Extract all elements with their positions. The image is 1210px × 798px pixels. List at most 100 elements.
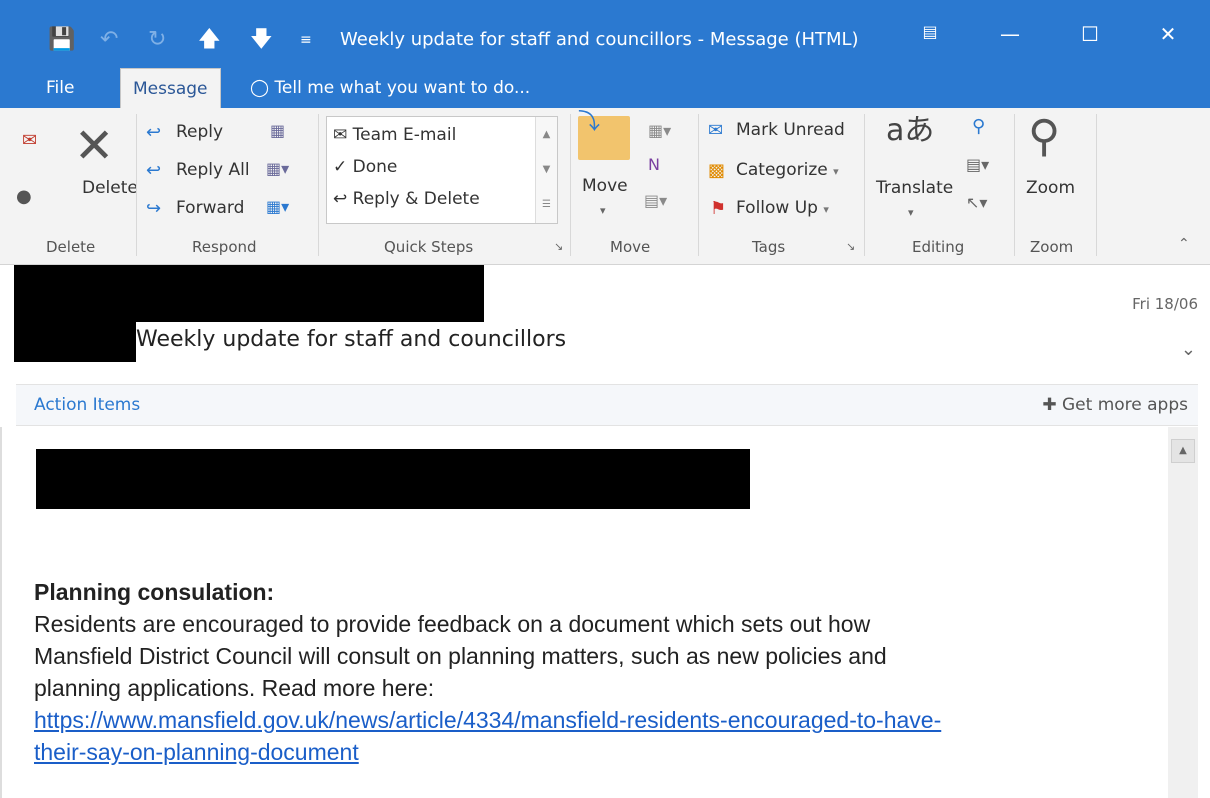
follow-up-button[interactable]: Follow Up ▾ bbox=[736, 198, 829, 218]
group-label-tags: Tags bbox=[752, 238, 786, 256]
save-icon[interactable]: 💾 bbox=[48, 20, 75, 60]
find-icon[interactable]: ⚲ bbox=[972, 116, 985, 138]
categorize-button[interactable]: Categorize ▾ bbox=[736, 160, 839, 180]
zoom-button[interactable]: Zoom bbox=[1026, 178, 1075, 198]
flag-icon: ⚑ bbox=[710, 198, 727, 219]
redacted-body-content bbox=[36, 449, 750, 509]
ignore-icon[interactable]: ✉ bbox=[22, 130, 37, 152]
group-separator bbox=[136, 114, 137, 256]
group-separator bbox=[698, 114, 699, 256]
redacted-avatar bbox=[14, 322, 136, 362]
tell-me-search[interactable]: ◯ Tell me what you want to do... bbox=[250, 68, 530, 108]
scroll-down-icon[interactable]: ▼ bbox=[536, 152, 557, 187]
group-separator bbox=[570, 114, 571, 256]
action-items-link[interactable]: Action Items bbox=[34, 395, 140, 415]
maximize-icon[interactable]: ☐ bbox=[1070, 22, 1110, 46]
body-heading: Planning consulation: bbox=[34, 579, 275, 605]
group-label-delete: Delete bbox=[46, 238, 96, 256]
translate-dropdown-icon[interactable]: ▾ bbox=[908, 206, 914, 219]
tab-file[interactable]: File bbox=[46, 68, 74, 108]
group-label-move: Move bbox=[610, 238, 651, 256]
message-date: Fri 18/06 bbox=[1132, 295, 1198, 313]
forward-button[interactable]: Forward bbox=[176, 198, 244, 218]
title-bar: 💾 ↶ ↻ 🡅 🡇 ≡ Weekly update for staff and … bbox=[0, 0, 1210, 78]
redacted-sender bbox=[14, 265, 484, 322]
meeting-icon[interactable]: ▦ bbox=[270, 120, 285, 142]
redo-icon[interactable]: ↻ bbox=[148, 20, 166, 60]
translate-button[interactable]: Translate bbox=[876, 178, 953, 198]
team-email-icon: ✉ bbox=[333, 125, 348, 145]
categorize-dropdown-icon: ▾ bbox=[833, 165, 839, 178]
move-button[interactable]: Move bbox=[582, 176, 628, 196]
message-body: Planning consulation: Residents are enco… bbox=[0, 427, 1210, 798]
reply-all-button[interactable]: Reply All bbox=[176, 160, 250, 180]
reply-icon: ↩ bbox=[146, 122, 162, 143]
lightbulb-icon: ◯ bbox=[250, 78, 270, 98]
customize-qat-icon[interactable]: ≡ bbox=[300, 20, 312, 60]
scroll-up-button-icon[interactable]: ▲ bbox=[1171, 439, 1195, 463]
mark-unread-icon: ✉ bbox=[708, 120, 724, 141]
checkmark-icon: ✓ bbox=[333, 157, 348, 177]
related-icon[interactable]: ▤▾ bbox=[966, 154, 989, 176]
zoom-icon[interactable]: ⚲ bbox=[1028, 114, 1060, 160]
reply-all-icon: ↩ bbox=[146, 160, 162, 181]
junk-icon[interactable]: ● bbox=[16, 186, 32, 208]
categorize-icon: ▩ bbox=[708, 160, 726, 181]
translate-icon[interactable]: aあ bbox=[886, 114, 934, 148]
forward-icon: ↪ bbox=[146, 198, 162, 219]
body-link-line-2[interactable]: their-say-on-planning-document bbox=[34, 737, 359, 767]
ribbon-display-icon[interactable]: ▤ bbox=[910, 22, 950, 41]
action-items-bar: Action Items ✚ Get more apps bbox=[16, 384, 1198, 426]
body-link-line-1[interactable]: https://www.mansfield.gov.uk/news/articl… bbox=[34, 705, 941, 735]
close-icon[interactable]: ✕ bbox=[1148, 22, 1188, 46]
expand-gallery-icon[interactable]: ☰ bbox=[536, 187, 557, 222]
undo-icon[interactable]: ↶ bbox=[100, 20, 118, 60]
message-subject: Weekly update for staff and councillors bbox=[136, 327, 567, 352]
dialog-launcher-icon[interactable]: ↘ bbox=[554, 240, 563, 253]
delete-button[interactable]: Delete bbox=[82, 178, 138, 198]
more-respond-icon[interactable]: ▦▾ bbox=[266, 196, 289, 218]
actions-icon[interactable]: ▤▾ bbox=[644, 190, 667, 212]
reply-button[interactable]: Reply bbox=[176, 122, 223, 142]
get-more-apps-button[interactable]: ✚ Get more apps bbox=[1042, 395, 1188, 415]
window-title: Weekly update for staff and councillors … bbox=[340, 29, 859, 50]
group-label-zoom: Zoom bbox=[1030, 238, 1074, 256]
group-label-respond: Respond bbox=[192, 238, 257, 256]
tell-me-text: Tell me what you want to do... bbox=[274, 78, 531, 98]
reply-delete-icon: ↩ bbox=[333, 189, 348, 209]
quick-step-team-email[interactable]: ✉ Team E-mail bbox=[333, 125, 456, 145]
quick-steps-scrollbar[interactable]: ▲ ▼ ☰ bbox=[535, 117, 557, 223]
move-dropdown-icon[interactable]: ▾ bbox=[600, 204, 606, 217]
ribbon: ✉ ✕ ● Delete Delete ↩ Reply ↩ Reply All … bbox=[0, 108, 1210, 265]
group-separator bbox=[1014, 114, 1015, 256]
plus-icon: ✚ bbox=[1042, 395, 1057, 415]
quick-step-reply-delete[interactable]: ↩ Reply & Delete bbox=[333, 189, 480, 209]
up-arrow-icon[interactable]: 🡅 bbox=[198, 20, 221, 60]
expand-header-chevron-icon[interactable]: ⌄ bbox=[1181, 339, 1196, 360]
down-arrow-icon[interactable]: 🡇 bbox=[250, 20, 273, 60]
body-line-3: planning applications. Read more here: bbox=[34, 675, 435, 701]
group-separator bbox=[318, 114, 319, 256]
quick-steps-gallery: ✉ Team E-mail ✓ Done ↩ Reply & Delete ▲ … bbox=[326, 116, 558, 224]
group-separator bbox=[864, 114, 865, 256]
follow-up-dropdown-icon: ▾ bbox=[823, 203, 829, 216]
rules-icon[interactable]: ▦▾ bbox=[648, 120, 671, 142]
message-header: Weekly update for staff and councillors … bbox=[0, 265, 1210, 377]
minimize-icon[interactable]: — bbox=[990, 22, 1030, 46]
tab-message[interactable]: Message bbox=[120, 68, 221, 108]
body-scrollbar[interactable]: ▲ bbox=[1168, 427, 1198, 798]
body-line-2: Mansfield District Council will consult … bbox=[34, 643, 887, 669]
mark-unread-button[interactable]: Mark Unread bbox=[736, 120, 845, 140]
quick-step-done[interactable]: ✓ Done bbox=[333, 157, 397, 177]
delete-icon[interactable]: ✕ bbox=[74, 122, 114, 170]
scroll-up-icon[interactable]: ▲ bbox=[536, 117, 557, 152]
group-label-quick-steps: Quick Steps bbox=[384, 238, 474, 256]
tags-dialog-launcher-icon[interactable]: ↘ bbox=[846, 240, 855, 253]
body-line-1: Residents are encouraged to provide feed… bbox=[34, 611, 871, 637]
onenote-icon[interactable]: N bbox=[648, 154, 660, 176]
group-label-editing: Editing bbox=[912, 238, 965, 256]
select-icon[interactable]: ↖▾ bbox=[966, 192, 987, 214]
collapse-ribbon-icon[interactable]: ⌃ bbox=[1178, 236, 1190, 252]
move-arrow-icon: ⤵ bbox=[578, 110, 601, 135]
im-icon[interactable]: ▦▾ bbox=[266, 158, 289, 180]
